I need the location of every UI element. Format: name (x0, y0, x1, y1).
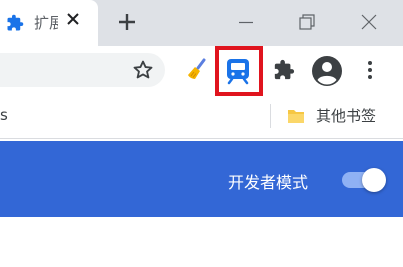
train-icon[interactable] (224, 57, 252, 85)
tab-title: 扩展程序 (34, 14, 58, 32)
folder-icon[interactable] (286, 106, 306, 126)
profile-icon[interactable] (311, 55, 343, 87)
menu-dots-icon[interactable] (363, 59, 377, 81)
restore-icon[interactable] (296, 11, 318, 33)
minimize-icon[interactable] (235, 11, 257, 33)
broom-icon[interactable] (185, 58, 209, 82)
close-icon[interactable] (358, 11, 380, 33)
puzzle-icon (7, 14, 24, 31)
toggle-knob[interactable] (362, 168, 386, 192)
tab-extensions[interactable]: 扩展程序 (0, 0, 98, 46)
puzzle-icon[interactable] (273, 59, 295, 81)
star-icon[interactable] (132, 59, 154, 81)
close-icon[interactable] (66, 12, 80, 26)
developer-mode-label: 开发者模式 (228, 173, 309, 192)
bookmark-partial-label[interactable]: s (0, 106, 8, 124)
bookmarks-separator (270, 104, 271, 128)
other-bookmarks-label[interactable]: 其他书签 (316, 105, 376, 126)
title-bar: 扩展程序 (0, 0, 403, 46)
toolbar (0, 46, 403, 96)
bookmarks-bar: s 其他书签 (0, 96, 403, 139)
plus-icon[interactable] (116, 11, 138, 33)
extensions-page-header: 开发者模式 (0, 141, 403, 217)
